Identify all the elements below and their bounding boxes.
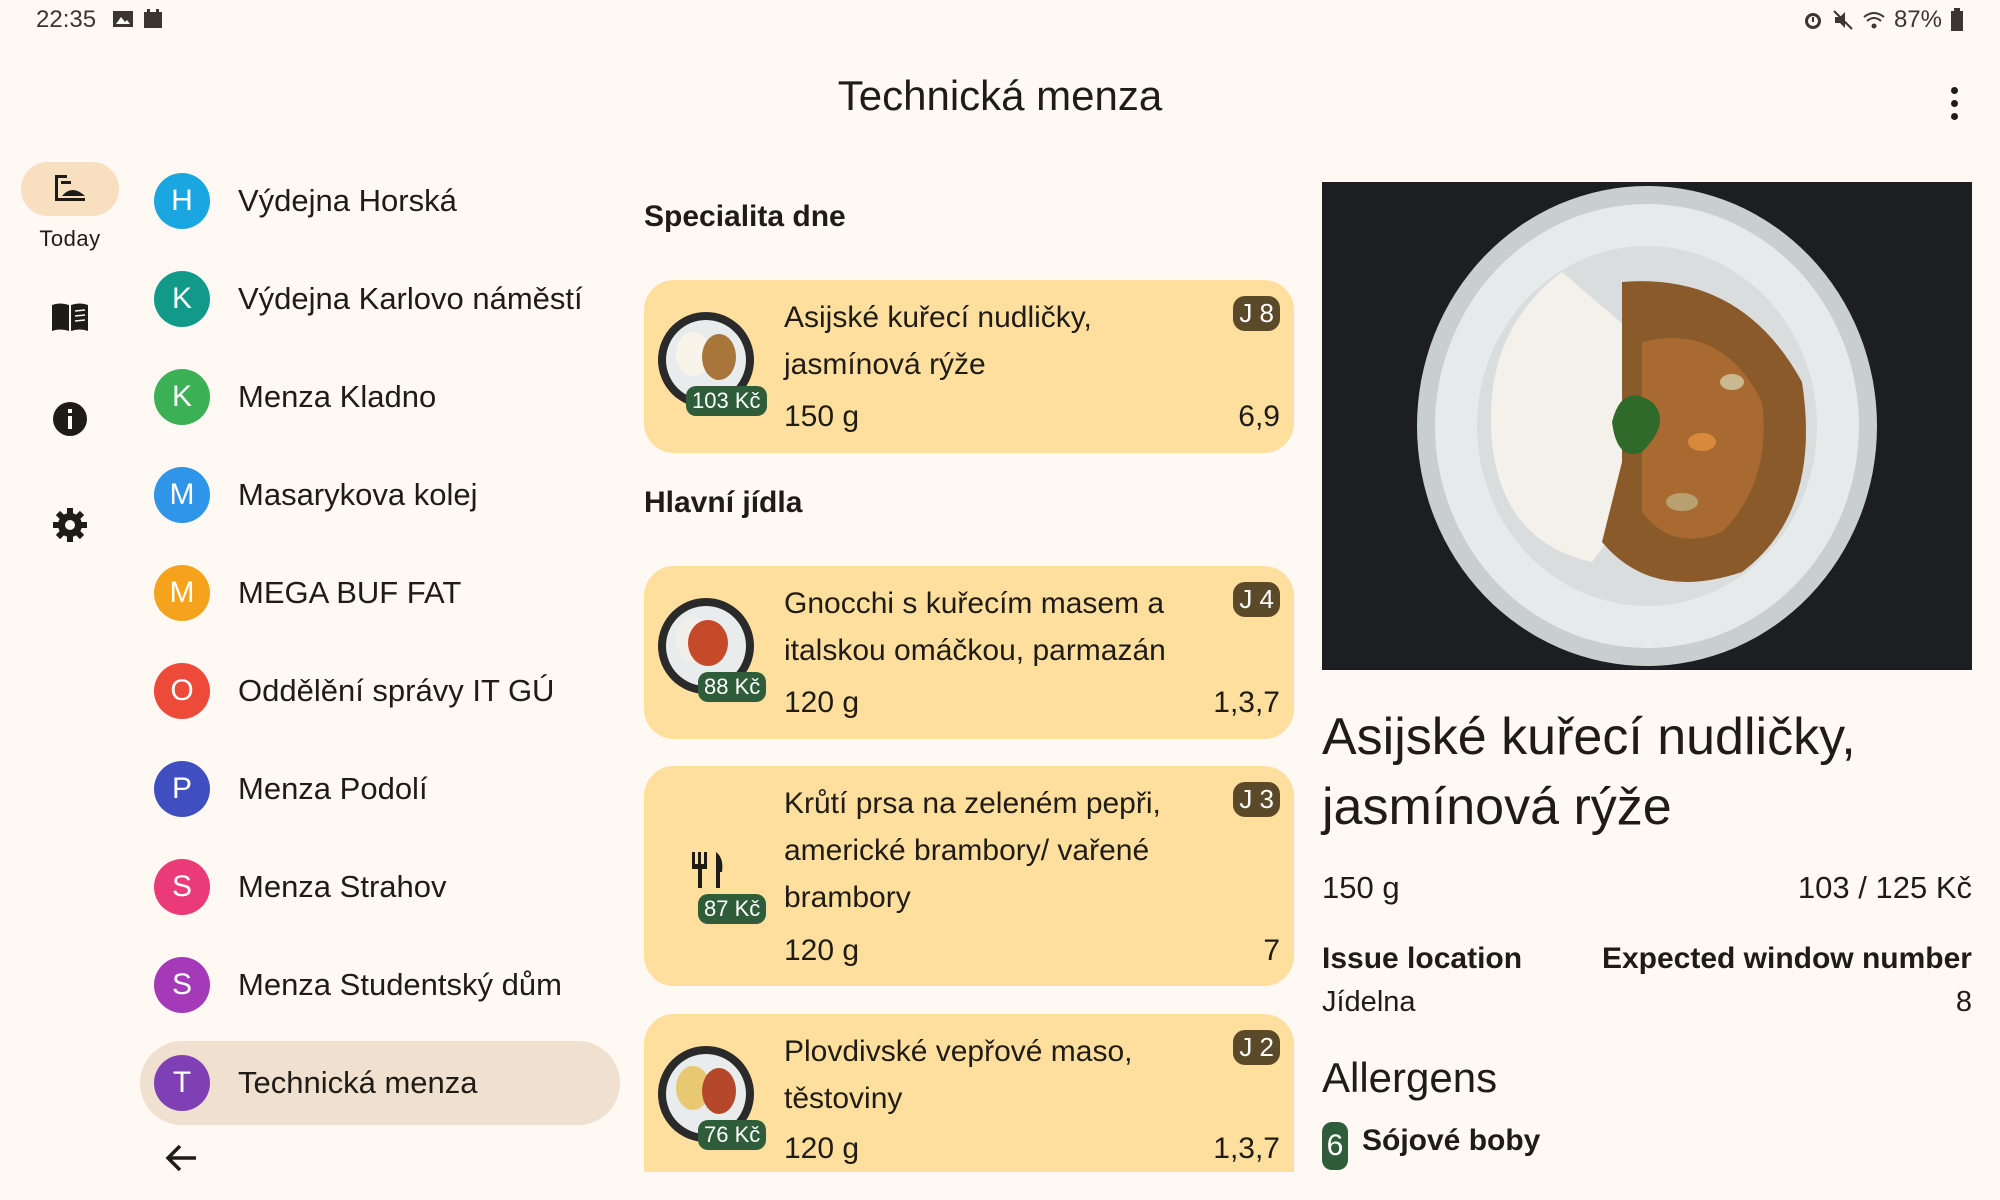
location-name: Oddělění správy IT GÚ [238, 673, 555, 708]
detail-weight: 150 g [1322, 870, 1400, 905]
status-time: 22:35 [36, 6, 97, 33]
dish-name: Krůtí prsa na zeleném pepři, americké br… [784, 787, 1161, 914]
location-item[interactable]: S Menza Strahov [140, 838, 620, 936]
location-item[interactable]: M Masarykova kolej [140, 446, 620, 544]
price-badge: 87 Kč [698, 894, 767, 924]
location-avatar: M [154, 565, 210, 621]
wifi-icon [1863, 12, 1885, 29]
price-badge: 88 Kč [698, 672, 767, 702]
section-title: Hlavní jídla [644, 486, 803, 519]
rail-today-label: Today [39, 226, 101, 251]
back-arrow-icon[interactable] [162, 1138, 202, 1178]
dish-code-badge: J 4 [1233, 582, 1280, 617]
dish-name: Gnocchi s kuřecím masem a italskou omáčk… [784, 587, 1166, 667]
dish-card[interactable]: 88 Kč Gnocchi s kuřecím masem a italskou… [644, 566, 1294, 739]
location-name: Menza Podolí [238, 771, 428, 806]
dish-photo-illustration [1322, 182, 1972, 670]
location-name: Menza Studentský dům [238, 967, 562, 1002]
dish-weight: 120 g [784, 686, 860, 719]
location-avatar: H [154, 173, 210, 229]
location-avatar: O [154, 663, 210, 719]
rail-item-info[interactable] [20, 392, 120, 446]
location-item[interactable]: P Menza Podolí [140, 740, 620, 838]
app-title: Technická menza [837, 72, 1163, 119]
rail-item-settings[interactable] [20, 498, 120, 552]
location-avatar: T [154, 1055, 210, 1111]
dish-card[interactable]: 87 Kč Krůtí prsa na zeleném pepři, ameri… [644, 766, 1294, 986]
location-avatar: K [154, 369, 210, 425]
location-item[interactable]: O Oddělění správy IT GÚ [140, 642, 620, 740]
location-name: MEGA BUF FAT [238, 575, 462, 610]
dish-code-badge: J 8 [1233, 296, 1280, 331]
rail-today-pill [21, 162, 119, 216]
location-item[interactable]: S Menza Studentský dům [140, 936, 620, 1034]
location-name: Menza Strahov [238, 869, 447, 904]
status-right: 87% [1802, 6, 1964, 34]
rail-item-menu[interactable] [20, 290, 120, 344]
location-name: Menza Kladno [238, 379, 437, 414]
battery-icon [1951, 8, 1963, 31]
location-avatar: K [154, 271, 210, 327]
mute-icon [1833, 10, 1853, 30]
location-item[interactable]: M MEGA BUF FAT [140, 544, 620, 642]
location-item[interactable]: K Výdejna Karlovo náměstí [140, 250, 620, 348]
dish-allergens: 7 [1263, 934, 1280, 967]
dish-allergens: 6,9 [1238, 400, 1280, 433]
issue-location-label: Issue location [1322, 942, 1523, 975]
rail-item-today[interactable]: Today [20, 162, 120, 252]
dish-code-badge: J 3 [1233, 782, 1280, 817]
battery-percent: 87% [1893, 6, 1942, 33]
calendar-notification-icon [144, 9, 162, 28]
dish-weight: 120 g [784, 1132, 860, 1165]
canteen-icon [55, 175, 85, 201]
location-avatar: M [154, 467, 210, 523]
dish-weight: 120 g [784, 934, 860, 967]
location-name: Výdejna Karlovo náměstí [238, 281, 583, 316]
location-item[interactable]: K Menza Kladno [140, 348, 620, 446]
allergen-name: Sójové boby [1362, 1124, 1541, 1157]
dish-weight: 150 g [784, 400, 860, 433]
location-name: Masarykova kolej [238, 477, 478, 512]
image-notification-icon [113, 11, 133, 27]
restaurant-icon [692, 852, 723, 888]
window-number-value: 8 [1955, 986, 1972, 1018]
price-badge: 76 Kč [698, 1120, 767, 1150]
dish-code-badge: J 2 [1233, 1030, 1280, 1065]
dish-name: Asijské kuřecí nudličky, jasmínová rýže [784, 301, 1092, 381]
location-name: Technická menza [238, 1065, 478, 1100]
issue-location-value: Jídelna [1322, 986, 1416, 1018]
status-notification-icons [112, 8, 164, 30]
section-title: Specialita dne [644, 200, 846, 233]
window-number-label: Expected window number [1601, 942, 1972, 975]
dish-name: Plovdivské vepřové maso, těstoviny [784, 1035, 1133, 1115]
info-icon [53, 402, 87, 436]
price-badge: 103 Kč [686, 386, 767, 416]
dish-allergens: 1,3,7 [1213, 686, 1280, 719]
alarm-icon [1804, 13, 1821, 29]
location-avatar: S [154, 957, 210, 1013]
overflow-menu-button[interactable] [1934, 78, 1974, 128]
settings-icon [53, 508, 87, 542]
location-list: H Výdejna Horská K Výdejna Karlovo náměs… [140, 152, 620, 1132]
more-vert-icon [1950, 86, 1958, 94]
location-name: Výdejna Horská [238, 183, 457, 218]
location-avatar: P [154, 761, 210, 817]
location-avatar: S [154, 859, 210, 915]
detail-price: 103 / 125 Kč [1797, 870, 1972, 905]
location-item-selected[interactable]: T Technická menza [140, 1041, 620, 1125]
dish-allergens: 1,3,7 [1213, 1132, 1280, 1165]
location-item[interactable]: H Výdejna Horská [140, 152, 620, 250]
detail-title: Asijské kuřecí nudličky, jasmínová rýže [1322, 708, 1856, 836]
allergen-number-badge: 6 [1322, 1122, 1348, 1170]
dish-card[interactable]: 76 Kč Plovdivské vepřové maso, těstoviny… [644, 1014, 1294, 1172]
dish-photo [1322, 182, 1972, 670]
book-icon [52, 303, 88, 331]
allergens-title: Allergens [1322, 1054, 1498, 1101]
dish-card[interactable]: 103 Kč Asijské kuřecí nudličky, jasmínov… [644, 280, 1294, 453]
